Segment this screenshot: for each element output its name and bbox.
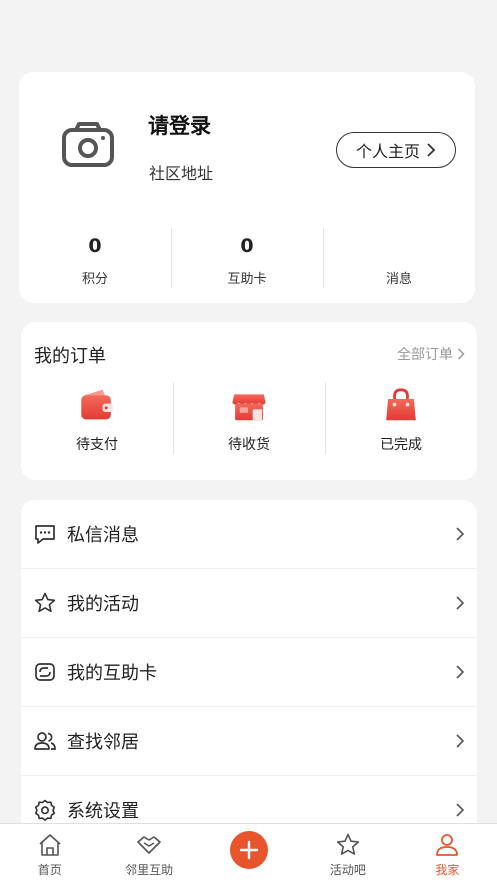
profile-card: 请登录 社区地址 个人主页 0 积分 0 互助卡 消息 [19,72,475,303]
order-label: 已完成 [380,437,422,453]
order-label: 待收货 [228,437,270,453]
stat-label: 积分 [81,272,108,287]
chevron-right-icon [427,143,436,157]
handshake-icon [137,836,161,854]
order-pending-payment[interactable]: 待支付 [21,382,173,454]
login-prompt[interactable]: 请登录 [148,110,211,140]
menu-list: 私信消息 我的活动 我的互助卡 查找邻居 系统设置 [21,500,477,830]
star-icon [33,591,57,615]
menu-item-my-activities[interactable]: 我的活动 [21,569,477,638]
chevron-right-icon [456,803,465,817]
community-address: 社区地址 [149,164,214,183]
bag-icon [386,388,416,421]
star-icon [336,833,360,855]
menu-item-my-help-cards[interactable]: 我的互助卡 [21,638,477,707]
menu-item-label: 私信消息 [67,525,139,546]
order-completed[interactable]: 已完成 [325,382,477,454]
chevron-right-icon [456,734,465,748]
user-icon [436,834,459,856]
stat-help-cards[interactable]: 0 互助卡 [171,228,323,288]
tab-label: 首页 [37,863,62,877]
home-icon [39,834,61,856]
stat-label: 互助卡 [227,272,267,287]
personal-homepage-button[interactable]: 个人主页 [336,132,456,168]
stats-row: 0 积分 0 互助卡 消息 [19,228,475,288]
stat-value: 0 [88,235,102,257]
chevron-right-icon [456,527,465,541]
chevron-right-icon [456,596,465,610]
homepage-button-label: 个人主页 [355,142,420,161]
menu-item-label: 查找邻居 [67,732,139,753]
bottom-tab-bar: 首页 邻里互助 活动吧 我家 [0,823,497,883]
tab-create[interactable] [199,824,298,883]
people-icon [33,729,57,753]
tab-label: 邻里互助 [125,863,174,877]
all-orders-label: 全部订单 [397,347,453,363]
tab-activities[interactable]: 活动吧 [298,824,397,883]
camera-icon[interactable] [57,114,119,176]
stat-label: 消息 [385,272,412,287]
orders-card: 我的订单 全部订单 待支付 待收货 已完成 [21,322,477,480]
plus-icon [229,831,268,869]
tab-label: 我家 [435,863,460,877]
wallet-icon [81,389,113,420]
menu-item-label: 我的互助卡 [67,663,157,684]
order-status-row: 待支付 待收货 已完成 [21,382,477,454]
chevron-right-icon [456,665,465,679]
menu-item-label: 我的活动 [67,594,139,615]
tab-label: 活动吧 [329,863,366,877]
stat-value: 0 [240,235,254,257]
stat-messages[interactable]: 消息 [323,228,475,288]
chevron-right-icon [457,348,465,360]
all-orders-link[interactable]: 全部订单 [397,344,465,364]
menu-item-label: 系统设置 [67,801,139,822]
tab-my-home[interactable]: 我家 [398,824,497,883]
order-pending-receipt[interactable]: 待收货 [173,382,325,454]
shop-icon [232,394,266,421]
settings-icon [33,798,57,822]
stat-points[interactable]: 0 积分 [19,228,171,288]
tab-neighbor-help[interactable]: 邻里互助 [99,824,198,883]
tab-home[interactable]: 首页 [0,824,99,883]
menu-item-system-settings[interactable]: 系统设置 [21,776,477,830]
menu-item-private-messages[interactable]: 私信消息 [21,500,477,569]
stat-value [323,232,475,260]
card-icon [33,660,57,684]
menu-item-find-neighbors[interactable]: 查找邻居 [21,707,477,776]
orders-title: 我的订单 [34,346,106,367]
order-label: 待支付 [76,437,118,453]
message-icon [33,522,57,546]
